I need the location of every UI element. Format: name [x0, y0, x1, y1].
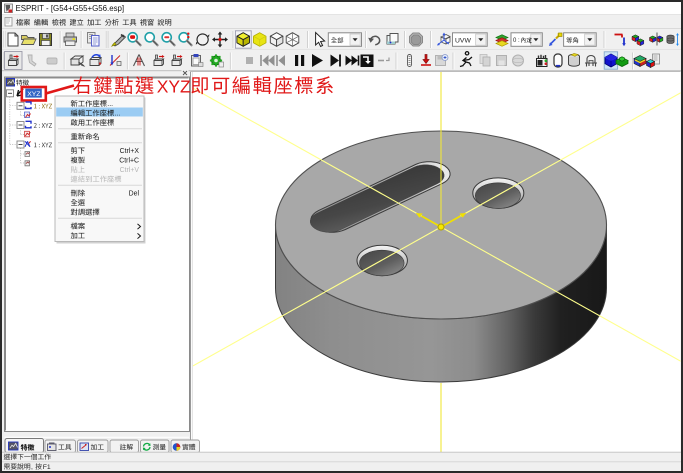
svg-text:ESPRIT - [G54+G55+G56.esp]: ESPRIT - [G54+G55+G56.esp]: [16, 4, 125, 13]
svg-text:Ctrl+C: Ctrl+C: [119, 158, 139, 165]
svg-text:F1: F1: [43, 464, 51, 471]
svg-text:Ctrl+V: Ctrl+V: [120, 167, 140, 174]
svg-text:0 :: 0 :: [513, 38, 520, 44]
svg-text:Del: Del: [129, 191, 140, 198]
svg-text:,: ,: [31, 464, 33, 471]
svg-text:(: (: [529, 38, 531, 44]
svg-text:XYZ: XYZ: [157, 77, 191, 97]
svg-text:...: ...: [115, 111, 121, 118]
svg-text:...: ...: [107, 101, 113, 108]
svg-text:XYZ: XYZ: [27, 91, 40, 98]
svg-text:UVW: UVW: [455, 37, 471, 44]
svg-text:Ctrl+X: Ctrl+X: [120, 148, 140, 155]
